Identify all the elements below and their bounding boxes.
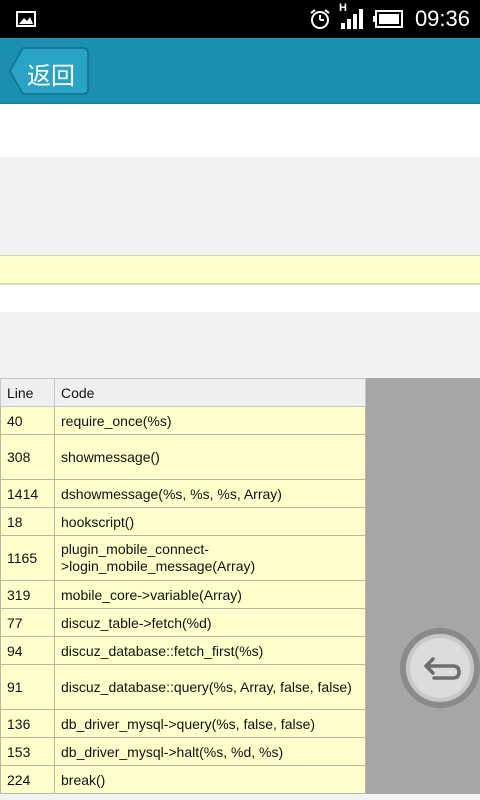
content-divider bbox=[0, 284, 480, 312]
line-cell: 40 bbox=[0, 406, 55, 435]
line-cell: 18 bbox=[0, 507, 55, 536]
code-cell: discuz_database::query(%s, Array, false,… bbox=[54, 664, 366, 710]
back-button-label: 返回 bbox=[27, 62, 75, 90]
clock: 09:36 bbox=[414, 6, 470, 31]
line-cell: 319 bbox=[0, 580, 55, 609]
table-row: 18 hookscript() bbox=[0, 507, 366, 536]
app-header: 返回 bbox=[0, 38, 480, 104]
code-cell: dshowmessage(%s, %s, %s, Array) bbox=[54, 479, 366, 508]
table-row: 94 discuz_database::fetch_first(%s) bbox=[0, 636, 366, 665]
network-type-label: H bbox=[338, 2, 347, 14]
back-button[interactable]: 返回 bbox=[9, 47, 89, 95]
alarm-icon bbox=[309, 8, 331, 30]
code-cell: mobile_core->variable(Array) bbox=[54, 580, 366, 609]
side-panel bbox=[366, 378, 480, 794]
bottom-strip bbox=[0, 794, 480, 800]
image-icon bbox=[16, 11, 36, 27]
code-cell: db_driver_mysql->query(%s, false, false) bbox=[54, 709, 366, 738]
content-panel bbox=[0, 157, 480, 255]
line-cell: 224 bbox=[0, 765, 55, 794]
line-cell: 94 bbox=[0, 636, 55, 665]
code-cell: require_once(%s) bbox=[54, 406, 366, 435]
code-cell: hookscript() bbox=[54, 507, 366, 536]
line-cell: 153 bbox=[0, 737, 55, 766]
table-row: 224 break() bbox=[0, 765, 366, 794]
column-header-code: Code bbox=[54, 378, 366, 407]
content-panel-2 bbox=[0, 312, 480, 378]
code-cell: discuz_table->fetch(%d) bbox=[54, 608, 366, 637]
table-row: 319 mobile_core->variable(Array) bbox=[0, 580, 366, 609]
table-row: 153 db_driver_mysql->halt(%s, %d, %s) bbox=[0, 737, 366, 766]
column-header-line: Line bbox=[0, 378, 55, 407]
table-row: 136 db_driver_mysql->query(%s, false, fa… bbox=[0, 709, 366, 738]
status-bar: H 09:36 bbox=[0, 0, 480, 38]
table-row: 77 discuz_table->fetch(%d) bbox=[0, 608, 366, 637]
line-cell: 1165 bbox=[0, 535, 55, 581]
line-cell: 136 bbox=[0, 709, 55, 738]
line-cell: 308 bbox=[0, 434, 55, 480]
table-row: 40 require_once(%s) bbox=[0, 406, 366, 435]
code-cell: discuz_database::fetch_first(%s) bbox=[54, 636, 366, 665]
floating-return-button[interactable] bbox=[400, 628, 480, 708]
code-cell: showmessage() bbox=[54, 434, 366, 480]
table-row: 1414 dshowmessage(%s, %s, %s, Array) bbox=[0, 479, 366, 508]
code-cell: break() bbox=[54, 765, 366, 794]
line-cell: 77 bbox=[0, 608, 55, 637]
table-header-row: Line Code bbox=[0, 378, 366, 407]
table-row: 91 discuz_database::query(%s, Array, fal… bbox=[0, 664, 366, 710]
table-row: 1165 plugin_mobile_connect->login_mobile… bbox=[0, 535, 366, 581]
battery-icon bbox=[372, 10, 403, 28]
code-cell: db_driver_mysql->halt(%s, %d, %s) bbox=[54, 737, 366, 766]
stack-trace-table: Line Code 40 require_once(%s) 308 showme… bbox=[0, 378, 366, 794]
code-cell: plugin_mobile_connect->login_mobile_mess… bbox=[54, 535, 366, 581]
content-blank-area bbox=[0, 104, 480, 157]
table-row: 308 showmessage() bbox=[0, 434, 366, 480]
return-arrow-icon bbox=[400, 628, 480, 708]
message-bar bbox=[0, 255, 480, 284]
line-cell: 1414 bbox=[0, 479, 55, 508]
line-cell: 91 bbox=[0, 664, 55, 710]
signal-icon: H bbox=[339, 2, 365, 30]
